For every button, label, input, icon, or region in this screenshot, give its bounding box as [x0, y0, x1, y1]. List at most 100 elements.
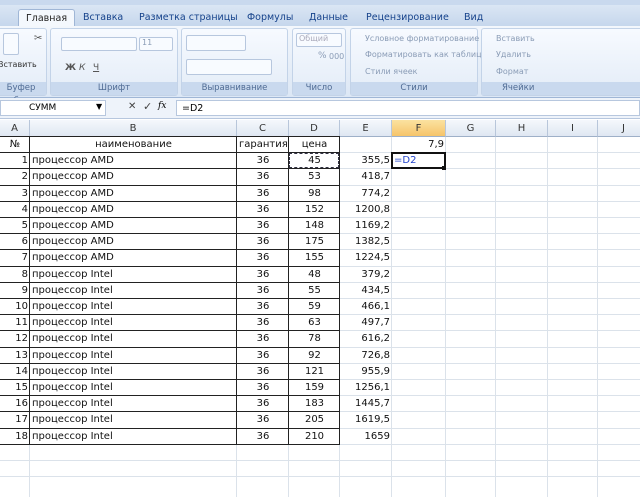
warranty-cell[interactable]: 36	[237, 364, 289, 380]
row-number-cell[interactable]: 4	[0, 202, 30, 218]
column-header-g[interactable]: G	[446, 120, 496, 137]
worksheet-grid[interactable]: A B C D E F G H I J № наименование гарантия цена 7,9 1 п…	[0, 120, 640, 497]
row-number-cell[interactable]: 9	[0, 283, 30, 299]
percent-button[interactable]: %	[318, 51, 327, 61]
column-header-h[interactable]: H	[496, 120, 548, 137]
price-cell[interactable]: 205	[289, 412, 340, 428]
insert-function-icon[interactable]: fx	[158, 101, 166, 111]
product-name-cell[interactable]: процессор AMD	[30, 202, 237, 218]
price-cell[interactable]: 159	[289, 380, 340, 396]
converted-price-cell[interactable]: 1200,8	[340, 202, 392, 218]
converted-price-cell[interactable]: 1169,2	[340, 218, 392, 234]
price-cell[interactable]: 183	[289, 396, 340, 412]
price-cell[interactable]: 155	[289, 250, 340, 266]
price-cell[interactable]: 148	[289, 218, 340, 234]
product-name-cell[interactable]: процессор Intel	[30, 331, 237, 347]
cancel-icon[interactable]: ✕	[128, 101, 136, 112]
column-header-b[interactable]: B	[30, 120, 237, 137]
column-header-e[interactable]: E	[340, 120, 392, 137]
product-name-cell[interactable]: процессор Intel	[30, 396, 237, 412]
row-number-cell[interactable]: 3	[0, 186, 30, 202]
price-cell[interactable]: 98	[289, 186, 340, 202]
warranty-cell[interactable]: 36	[237, 234, 289, 250]
warranty-cell[interactable]: 36	[237, 169, 289, 185]
product-name-cell[interactable]: процессор AMD	[30, 234, 237, 250]
warranty-cell[interactable]: 36	[237, 218, 289, 234]
converted-price-cell[interactable]: 1224,5	[340, 250, 392, 266]
name-box-dropdown-icon[interactable]: ▼	[96, 102, 102, 111]
column-header-i[interactable]: I	[548, 120, 598, 137]
product-name-cell[interactable]: процессор AMD	[30, 153, 237, 169]
column-header-c[interactable]: C	[237, 120, 289, 137]
cell-styles-button[interactable]: Стили ячеек	[365, 67, 418, 76]
price-cell[interactable]: 92	[289, 348, 340, 364]
converted-price-cell[interactable]: 1619,5	[340, 412, 392, 428]
product-name-cell[interactable]: процессор Intel	[30, 364, 237, 380]
warranty-cell[interactable]: 36	[237, 331, 289, 347]
warranty-cell[interactable]: 36	[237, 348, 289, 364]
thousands-button[interactable]: 000	[329, 52, 344, 61]
price-cell[interactable]: 53	[289, 169, 340, 185]
header-warranty[interactable]: гарантия	[237, 137, 289, 153]
product-name-cell[interactable]: процессор AMD	[30, 250, 237, 266]
tab-data[interactable]: Данные	[309, 9, 348, 27]
row-number-cell[interactable]: 13	[0, 348, 30, 364]
converted-price-cell[interactable]: 726,8	[340, 348, 392, 364]
row-number-cell[interactable]: 15	[0, 380, 30, 396]
number-format-select[interactable]: Общий	[296, 33, 342, 47]
row-number-cell[interactable]: 6	[0, 234, 30, 250]
warranty-cell[interactable]: 36	[237, 186, 289, 202]
row-number-cell[interactable]: 14	[0, 364, 30, 380]
font-size-select[interactable]: 11	[139, 37, 173, 51]
converted-price-cell[interactable]: 616,2	[340, 331, 392, 347]
converted-price-cell[interactable]: 355,5	[340, 153, 392, 169]
price-cell[interactable]: 175	[289, 234, 340, 250]
conditional-formatting-button[interactable]: Условное форматирование	[365, 34, 479, 43]
warranty-cell[interactable]: 36	[237, 380, 289, 396]
tab-insert[interactable]: Вставка	[83, 9, 123, 27]
name-box[interactable]: СУММ	[0, 100, 106, 116]
column-header-d[interactable]: D	[289, 120, 340, 137]
product-name-cell[interactable]: процессор Intel	[30, 315, 237, 331]
converted-price-cell[interactable]: 774,2	[340, 186, 392, 202]
tab-page-layout[interactable]: Разметка страницы	[139, 9, 238, 27]
product-name-cell[interactable]: процессор AMD	[30, 218, 237, 234]
paste-icon[interactable]	[3, 33, 19, 55]
converted-price-cell[interactable]: 1256,1	[340, 380, 392, 396]
column-header-j[interactable]: J	[598, 120, 640, 137]
row-number-cell[interactable]: 16	[0, 396, 30, 412]
tab-view[interactable]: Вид	[464, 9, 483, 27]
insert-cells-button[interactable]: Вставить	[496, 34, 535, 43]
row-number-cell[interactable]: 7	[0, 250, 30, 266]
tab-formulas[interactable]: Формулы	[247, 9, 293, 27]
price-cell[interactable]: 63	[289, 315, 340, 331]
product-name-cell[interactable]: процессор Intel	[30, 283, 237, 299]
vertical-align-buttons[interactable]	[186, 35, 246, 51]
font-name-select[interactable]	[61, 37, 137, 51]
underline-button[interactable]: Ч	[93, 63, 99, 73]
formula-input[interactable]: =D2	[176, 100, 640, 116]
column-header-f[interactable]: F	[392, 120, 446, 137]
warranty-cell[interactable]: 36	[237, 267, 289, 283]
price-cell[interactable]: 152	[289, 202, 340, 218]
warranty-cell[interactable]: 36	[237, 283, 289, 299]
price-cell[interactable]: 55	[289, 283, 340, 299]
price-cell[interactable]: 121	[289, 364, 340, 380]
column-header-a[interactable]: A	[0, 120, 30, 137]
warranty-cell[interactable]: 36	[237, 412, 289, 428]
delete-cells-button[interactable]: Удалить	[496, 50, 531, 59]
row-number-cell[interactable]: 5	[0, 218, 30, 234]
bold-button[interactable]: Ж	[65, 63, 76, 73]
fill-handle[interactable]	[442, 166, 446, 171]
header-number[interactable]: №	[0, 137, 30, 153]
warranty-cell[interactable]: 36	[237, 153, 289, 169]
row-number-cell[interactable]: 2	[0, 169, 30, 185]
row-number-cell[interactable]: 11	[0, 315, 30, 331]
warranty-cell[interactable]: 36	[237, 429, 289, 445]
converted-price-cell[interactable]: 955,9	[340, 364, 392, 380]
row-number-cell[interactable]: 17	[0, 412, 30, 428]
product-name-cell[interactable]: процессор AMD	[30, 186, 237, 202]
cut-icon[interactable]: ✂	[34, 33, 42, 44]
price-cell[interactable]: 78	[289, 331, 340, 347]
product-name-cell[interactable]: процессор Intel	[30, 412, 237, 428]
